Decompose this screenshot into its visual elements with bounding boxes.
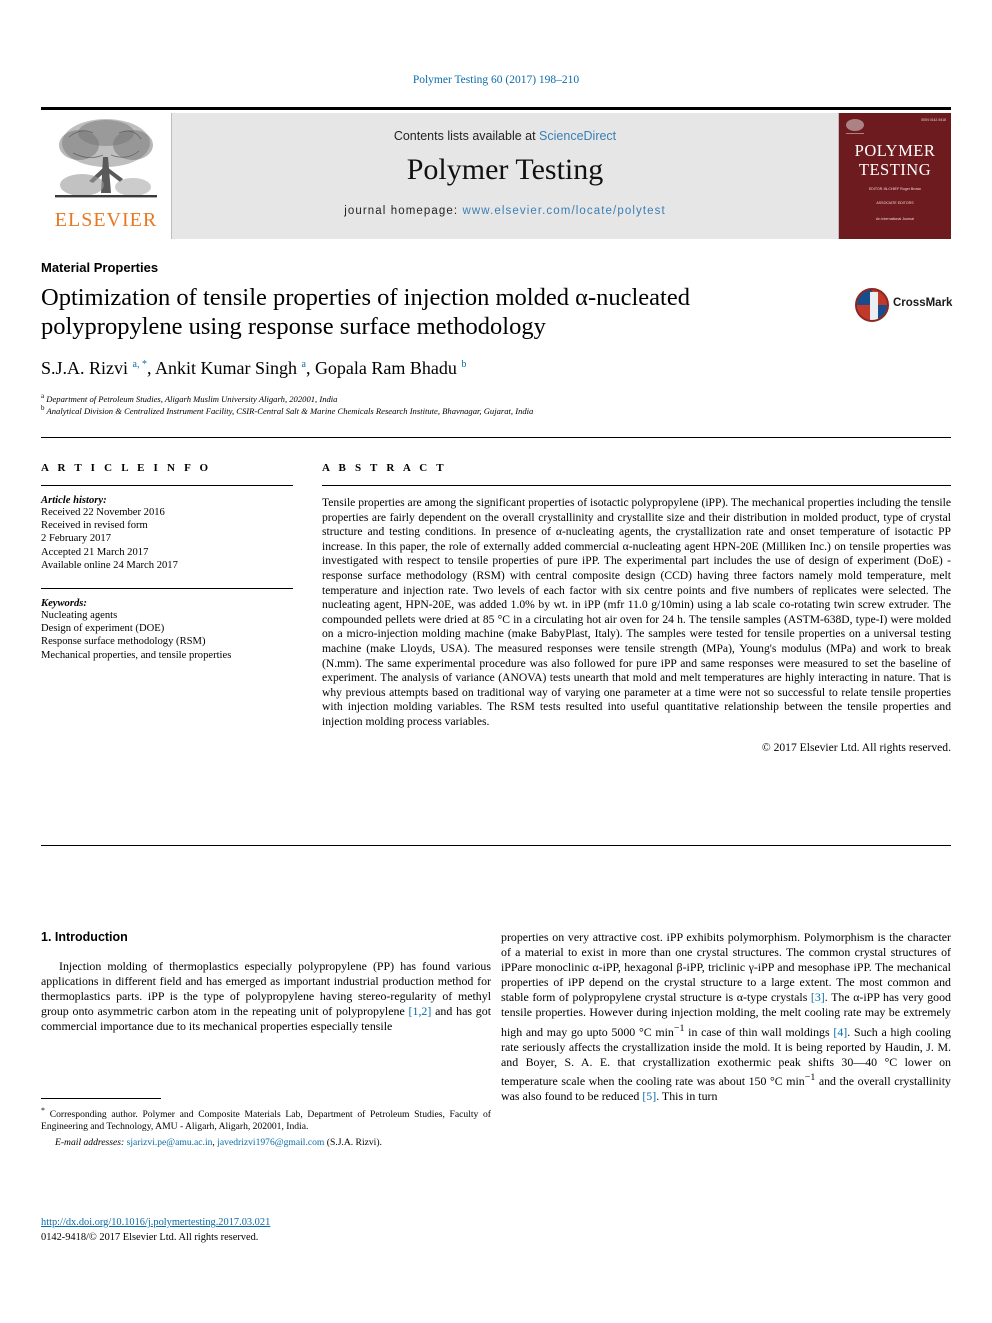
page-footer: http://dx.doi.org/10.1016/j.polymertesti… [41, 1212, 501, 1243]
cover-editor-block-1: EDITOR-IN-CHIEF Roger Brown [868, 187, 922, 191]
info-divider-top [41, 437, 951, 438]
journal-masthead: ELSEVIER Contents lists available at Sci… [41, 107, 951, 239]
email-note: E-mail addresses: sjarizvi.pe@amu.ac.in,… [55, 1136, 382, 1148]
cover-editor-block-2: ASSOCIATE EDITORS [876, 201, 914, 205]
keyword-item: Design of experiment (DOE) [41, 623, 165, 635]
intro-paragraph-right: properties on very attractive cost. iPP … [501, 930, 951, 1103]
article-info-heading: A R T I C L E I N F O [41, 462, 212, 474]
abstract-column: A B S T R A C T Tensile properties are a… [322, 462, 951, 754]
article-info-rule [41, 485, 293, 486]
body-column-right: properties on very attractive cost. iPP … [501, 930, 951, 1104]
contents-line: Contents lists available at ScienceDirec… [172, 129, 838, 143]
body-column-left: 1. Introduction Injection molding of the… [41, 930, 491, 1035]
email-label: E-mail addresses: [55, 1136, 127, 1148]
email-link-secondary[interactable]: javedrizvi1976@gmail.com [217, 1137, 324, 1148]
article-info-column: A R T I C L E I N F O Article history: R… [41, 462, 293, 662]
keyword-item: Nucleating agents [41, 610, 118, 622]
affiliation-b-text: Analytical Division & Centralized Instru… [46, 405, 534, 416]
author-list: S.J.A. Rizvi a, *, Ankit Kumar Singh a, … [41, 358, 467, 378]
history-item: Received 22 November 2016 [41, 507, 165, 518]
history-item: 2 February 2017 [41, 533, 112, 545]
cover-title-line1: POLYMER [854, 141, 936, 160]
doi-link[interactable]: http://dx.doi.org/10.1016/j.polymertesti… [41, 1217, 270, 1228]
cover-editor-block-3: An International Journal [876, 217, 914, 221]
crossmark-icon [855, 288, 889, 322]
info-divider-bottom [41, 845, 951, 846]
running-head: Polymer Testing 60 (2017) 198–210 [412, 74, 580, 86]
journal-homepage-link[interactable]: www.elsevier.com/locate/polytest [462, 205, 665, 217]
keywords-block: Keywords: Nucleating agents Design of ex… [41, 588, 293, 662]
journal-title: Polymer Testing [406, 153, 604, 186]
elsevier-logo: ELSEVIER [41, 113, 171, 239]
article-page: Polymer Testing 60 (2017) 198–210 ELSEVI… [0, 0, 992, 1323]
introduction-heading: 1. Introduction [41, 930, 128, 944]
history-item: Accepted 21 March 2017 [41, 546, 149, 558]
page-title: Optimization of tensile properties of in… [41, 284, 690, 340]
cover-title-line2: TESTING [858, 160, 932, 179]
homepage-label: journal homepage: [344, 205, 463, 217]
crossmark-label: CrossMark [893, 297, 953, 309]
history-item: Available online 24 March 2017 [41, 559, 178, 571]
email-attribution: (S.J.A. Rizvi). [324, 1136, 382, 1148]
article-history-label: Article history: [41, 495, 107, 506]
cover-issn-code: ISSN 0142-9418 [920, 118, 946, 122]
keyword-item: Response surface methodology (RSM) [41, 636, 206, 648]
issn-copyright-line: 0142-9418/© 2017 Elsevier Ltd. All right… [41, 1232, 259, 1243]
elsevier-tree-icon [49, 115, 163, 207]
intro-paragraph-left: Injection molding of thermoplastics espe… [41, 959, 491, 1034]
footnote-rule [41, 1098, 161, 1099]
masthead-center: Contents lists available at ScienceDirec… [171, 113, 839, 239]
abstract-text: Tensile properties are among the signifi… [322, 496, 951, 728]
journal-homepage-line: journal homepage: www.elsevier.com/locat… [172, 205, 838, 217]
affiliation-b: b Analytical Division & Centralized Inst… [41, 404, 534, 416]
crossmark-badge[interactable]: CrossMark [855, 288, 953, 330]
sciencedirect-link[interactable]: ScienceDirect [539, 129, 616, 143]
cover-elsevier-icon [844, 117, 866, 137]
abstract-heading: A B S T R A C T [322, 462, 447, 474]
elsevier-wordmark: ELSEVIER [54, 209, 158, 231]
corresponding-author-note: * Corresponding author. Polymer and Comp… [41, 1106, 491, 1133]
contents-prefix: Contents lists available at [393, 129, 540, 143]
email-link-primary[interactable]: sjarizvi.pe@amu.ac.in [127, 1137, 213, 1148]
keyword-item: Mechanical properties, and tensile prope… [41, 649, 232, 661]
history-item: Received in revised form [41, 520, 148, 532]
footnote-block: * Corresponding author. Polymer and Comp… [41, 1098, 491, 1149]
abstract-copyright: © 2017 Elsevier Ltd. All rights reserved… [761, 740, 951, 754]
journal-cover-thumbnail: ISSN 0142-9418 POLYMER TESTING EDITOR-IN… [839, 113, 951, 239]
abstract-rule [322, 485, 951, 486]
keywords-label: Keywords: [41, 598, 87, 610]
article-section-label: Material Properties [41, 260, 159, 275]
